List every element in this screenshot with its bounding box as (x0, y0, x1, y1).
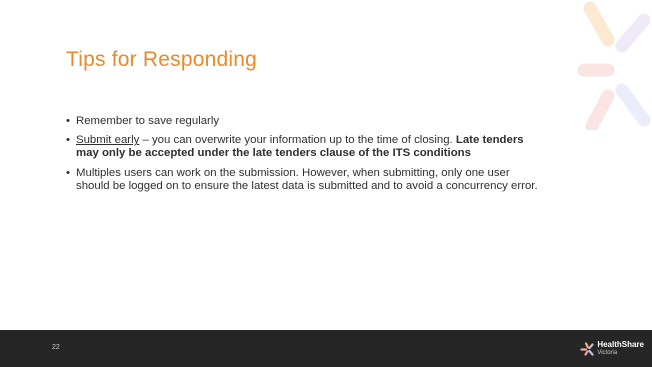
slide: Tips for Responding Remember to save reg… (0, 0, 652, 367)
logo-subtitle: Victoria (597, 350, 618, 356)
bullet-text: Remember to save regularly (76, 115, 220, 127)
healthshare-logo-icon (580, 342, 594, 356)
bullet-item-save: Remember to save regularly (66, 115, 546, 128)
submit-early-link-text: Submit early (76, 134, 140, 147)
page-number: 22 (52, 344, 60, 351)
slide-body: Tips for Responding Remember to save reg… (0, 0, 652, 330)
bullet-text: – you can overwrite your information up … (139, 134, 456, 147)
bullet-item-submit-early: Submit early – you can overwrite your in… (66, 134, 546, 160)
slide-title: Tips for Responding (66, 48, 257, 71)
bullet-list: Remember to save regularly Submit early … (66, 115, 546, 199)
slide-footer: 22 HealthShare Victoria (0, 330, 652, 367)
bullet-text: Multiples users can work on the submissi… (76, 166, 538, 192)
healthshare-logo: HealthShare Victoria (580, 339, 644, 359)
logo-wordmark: HealthShare Victoria (597, 341, 644, 357)
decorative-star-graphic (577, 1, 651, 130)
logo-name: HealthShare (597, 340, 644, 349)
bullet-item-multiple-users: Multiples users can work on the submissi… (66, 167, 546, 193)
